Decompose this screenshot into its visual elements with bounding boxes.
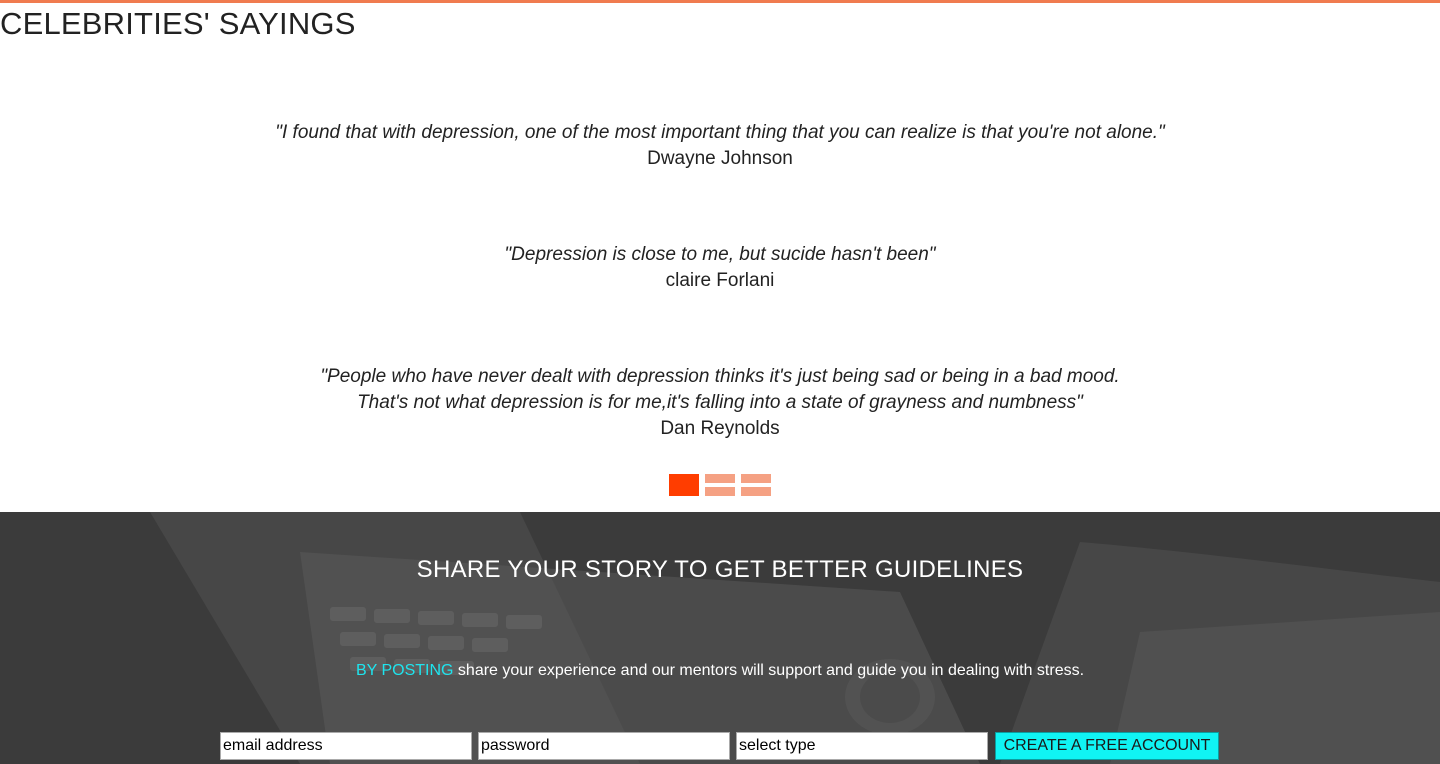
share-story-section: SHARE YOUR STORY TO GET BETTER GUIDELINE… [0,512,1440,764]
quote-author: claire Forlani [665,270,775,291]
quote-text: "I found that with depression, one of th… [275,122,1165,143]
cta-highlight: BY POSTING [355,662,454,679]
section-title: CELEBRITIES' SAYINGS [0,6,356,41]
carousel-indicator-2[interactable] [705,474,735,496]
quote-item: "People who have never dealt with depres… [0,364,1440,442]
quote-item: "Depression is close to me, but sucide h… [0,242,1440,294]
carousel-indicators [669,474,772,496]
password-field[interactable] [478,732,730,760]
carousel-indicator-3[interactable] [741,474,771,496]
create-account-button[interactable]: CREATE A FREE ACCOUNT [995,732,1219,760]
top-accent-rule [0,0,1440,3]
quote-author: Dwayne Johnson [647,148,793,169]
carousel-indicator-1[interactable] [669,474,699,496]
type-select[interactable] [736,732,988,760]
cta-description-text: share your experience and our mentors wi… [453,662,1085,679]
cta-description: BY POSTING share your experience and our… [0,662,1440,680]
quote-text: "Depression is close to me, but sucide h… [504,244,936,265]
quote-text-line-1: "People who have never dealt with depres… [320,366,1120,387]
cta-heading: SHARE YOUR STORY TO GET BETTER GUIDELINE… [416,556,1024,583]
background-photo [0,512,1440,764]
quote-item: "I found that with depression, one of th… [0,120,1440,172]
email-field[interactable] [220,732,472,760]
quote-text-line-2: That's not what depression is for me,it'… [357,392,1083,413]
signup-form: CREATE A FREE ACCOUNT [220,732,1220,762]
quote-author: Dan Reynolds [660,418,780,439]
